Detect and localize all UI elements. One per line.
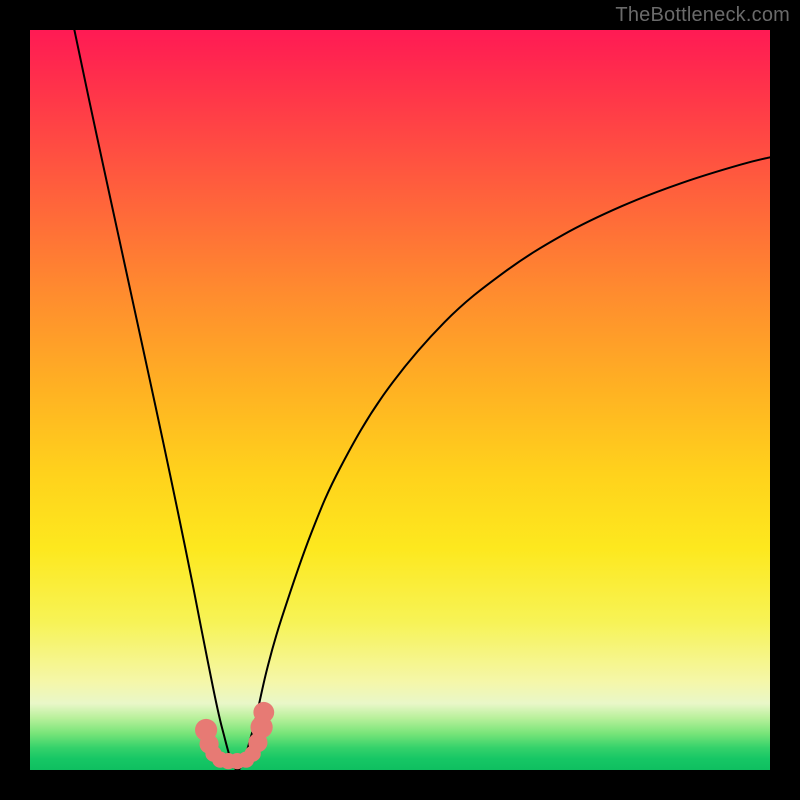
bottleneck-curve (74, 30, 770, 770)
watermark-text: TheBottleneck.com (615, 4, 790, 27)
curve-svg (30, 30, 770, 770)
chart-frame: TheBottleneck.com (0, 0, 800, 800)
marker-dot (253, 702, 274, 723)
curve-markers (195, 702, 274, 769)
plot-area (30, 30, 770, 770)
